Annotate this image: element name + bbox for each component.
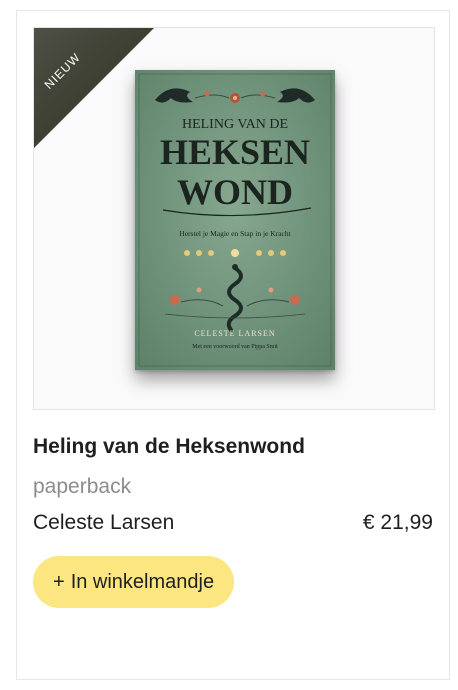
cover-title-line3: WOND <box>177 172 293 212</box>
product-title[interactable]: Heling van de Heksenwond <box>33 435 305 459</box>
cover-subtitle: Herstel je Magie en Stap in je Kracht <box>179 229 291 238</box>
new-badge: NIEUW <box>34 28 154 148</box>
cover-snake-head <box>232 264 238 270</box>
product-card[interactable]: NIEUW HELING VAN DE HEKSEN WOND Herstel … <box>16 10 450 680</box>
book-cover-image[interactable]: HELING VAN DE HEKSEN WOND Herstel je Mag… <box>135 70 335 370</box>
product-image-frame[interactable]: NIEUW HELING VAN DE HEKSEN WOND Herstel … <box>33 27 435 410</box>
cover-moon-phases <box>184 249 286 257</box>
add-to-cart-label: In winkelmandje <box>70 570 215 593</box>
cover-title-line2: HEKSEN <box>160 132 310 172</box>
cover-foreword: Met een voorwoord van Pippa Smit <box>192 344 278 350</box>
product-price: € 21,99 <box>362 511 433 534</box>
product-author[interactable]: Celeste Larsen <box>33 511 174 535</box>
cover-background <box>135 70 335 370</box>
add-to-cart-button[interactable]: + In winkelmandje <box>33 556 235 608</box>
product-format: paperback <box>33 475 132 498</box>
plus-icon: + <box>53 571 65 593</box>
cover-title-line1: HELING VAN DE <box>182 117 288 132</box>
cover-author: CELESTE LARSEN <box>194 329 275 338</box>
